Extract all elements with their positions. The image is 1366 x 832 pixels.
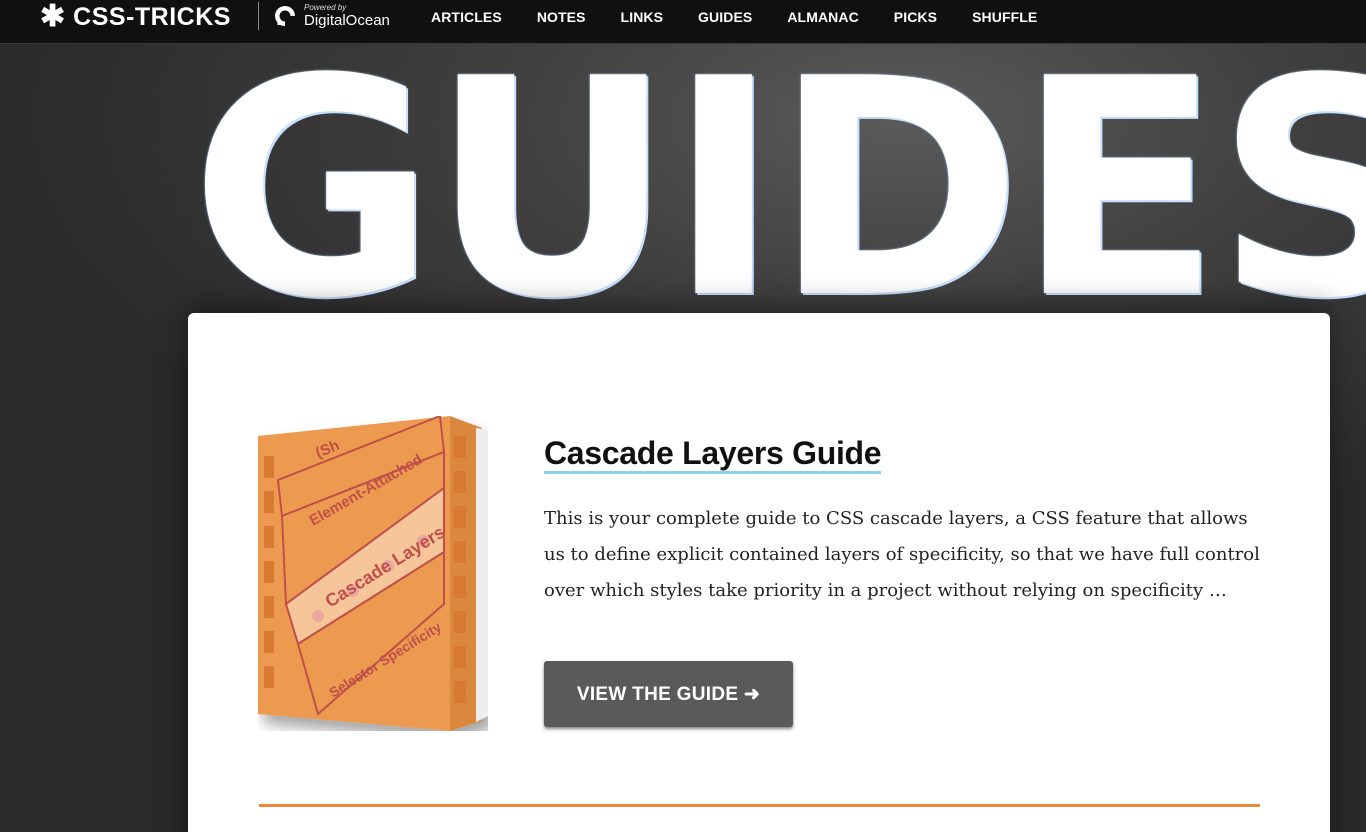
asterisk-icon: ✱ bbox=[40, 0, 66, 33]
guide-card: (Sh Element-Attached Cascade Layers Sele… bbox=[188, 313, 1330, 832]
view-guide-button[interactable]: VIEW THE GUIDE ➜ bbox=[544, 661, 793, 727]
section-divider bbox=[259, 804, 1260, 807]
sponsor-powered-text: Powered by bbox=[304, 3, 347, 12]
hero-title: GUIDES bbox=[190, 15, 1366, 364]
page: ✱ CSS-TRICKS Powered by DigitalOcean ART… bbox=[0, 0, 1366, 832]
guide-description: This is your complete guide to CSS casca… bbox=[544, 508, 1260, 601]
guide-cover-image[interactable]: (Sh Element-Attached Cascade Layers Sele… bbox=[258, 416, 488, 731]
guide-title-link[interactable]: Cascade Layers Guide bbox=[544, 435, 882, 474]
